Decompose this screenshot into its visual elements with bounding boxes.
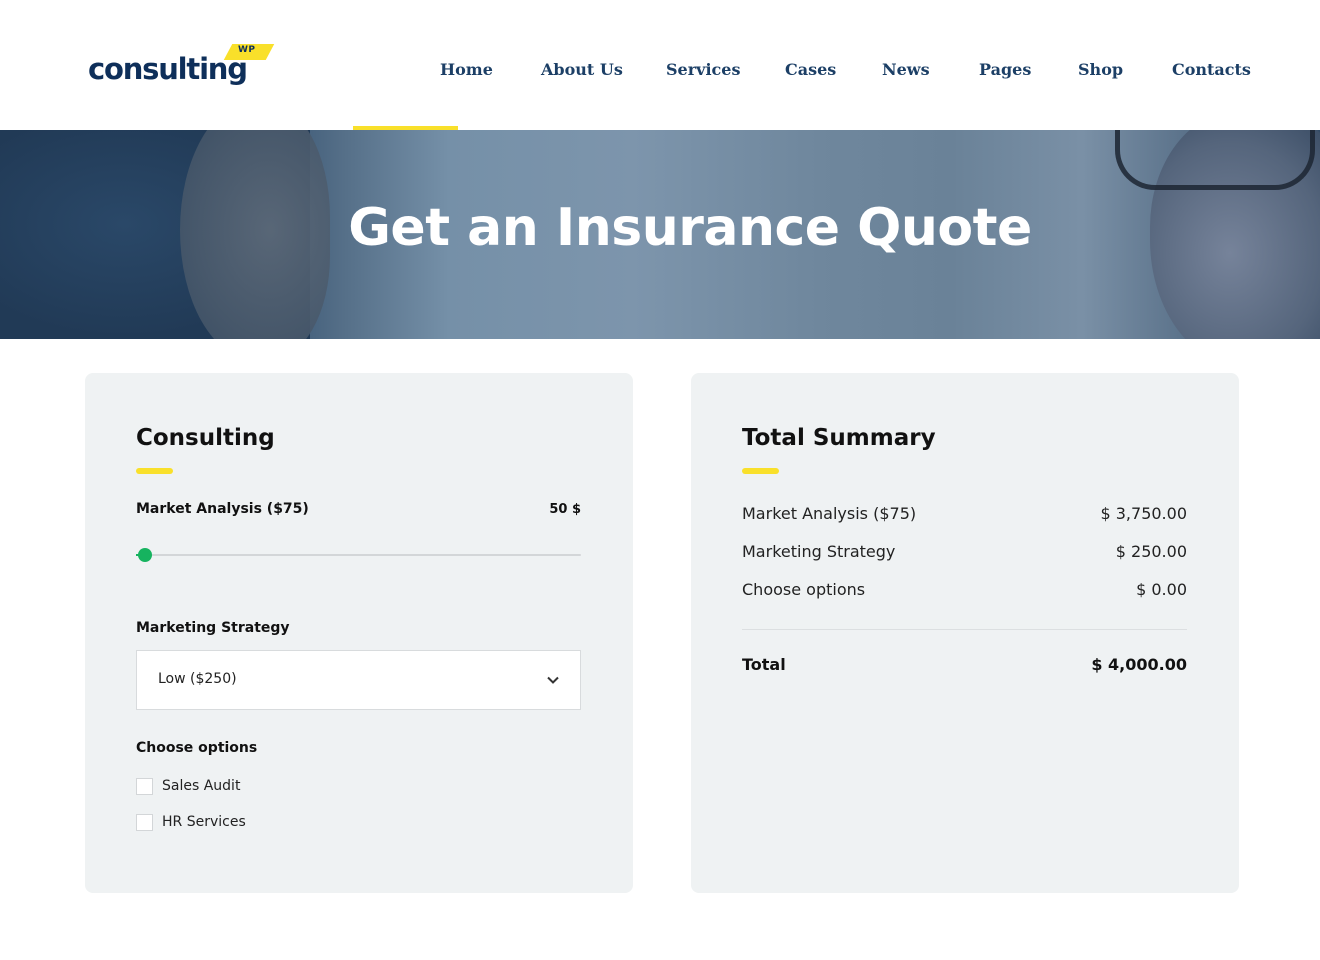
- summary-row-label: Choose options: [742, 580, 866, 599]
- option-hr-services[interactable]: HR Services: [136, 812, 246, 832]
- logo-text: consulting: [88, 52, 248, 86]
- marketing-strategy-select[interactable]: Low ($250): [136, 650, 581, 710]
- market-analysis-value: 50 $: [549, 502, 581, 517]
- hero-glasses: [1115, 130, 1315, 190]
- summary-row-value: $ 250.00: [1115, 542, 1187, 561]
- summary-total-label: Total: [742, 655, 786, 674]
- choose-options-label: Choose options: [136, 740, 258, 756]
- slider-thumb[interactable]: [137, 548, 152, 562]
- nav-item-news[interactable]: News: [882, 60, 930, 79]
- nav-item-pages[interactable]: Pages: [979, 60, 1031, 79]
- summary-row: Marketing Strategy $ 250.00: [742, 542, 1187, 564]
- marketing-strategy-label: Marketing Strategy: [136, 620, 290, 636]
- nav-item-shop[interactable]: Shop: [1078, 60, 1123, 79]
- nav-item-cases[interactable]: Cases: [785, 60, 836, 79]
- calculator-card: Consulting Market Analysis ($75) 50 $ Ma…: [85, 373, 633, 893]
- summary-total-row: Total $ 4,000.00: [742, 655, 1187, 677]
- summary-row: Market Analysis ($75) $ 3,750.00: [742, 504, 1187, 526]
- summary-row-value: $ 0.00: [1136, 580, 1187, 599]
- sales-audit-checkbox[interactable]: [136, 777, 153, 795]
- hero-banner: Get an Insurance Quote: [0, 130, 1320, 339]
- nav-item-services[interactable]: Services: [666, 60, 740, 79]
- title-accent-bar: [742, 468, 779, 474]
- nav-item-about-us[interactable]: About Us: [541, 60, 623, 79]
- hr-services-checkbox[interactable]: [136, 813, 153, 831]
- nav-item-home[interactable]: Home: [440, 60, 493, 79]
- site-header: WP consulting Home About Us Services Cas…: [0, 0, 1320, 130]
- page-title: Get an Insurance Quote: [348, 198, 1032, 258]
- summary-divider: [742, 629, 1187, 630]
- marketing-strategy-selected: Low ($250): [158, 671, 237, 687]
- market-analysis-label: Market Analysis ($75): [136, 501, 309, 517]
- summary-total-value: $ 4,000.00: [1091, 655, 1187, 674]
- summary-row: Choose options $ 0.00: [742, 580, 1187, 602]
- logo[interactable]: WP consulting: [88, 44, 278, 94]
- sales-audit-label: Sales Audit: [162, 778, 241, 794]
- calculator-title: Consulting: [136, 425, 275, 451]
- summary-row-label: Marketing Strategy: [742, 542, 896, 561]
- title-accent-bar: [136, 468, 173, 474]
- hr-services-label: HR Services: [162, 814, 246, 830]
- summary-title: Total Summary: [742, 425, 936, 451]
- summary-row-value: $ 3,750.00: [1100, 504, 1187, 523]
- summary-card: Total Summary Market Analysis ($75) $ 3,…: [691, 373, 1239, 893]
- summary-row-label: Market Analysis ($75): [742, 504, 917, 523]
- market-analysis-slider[interactable]: [136, 548, 581, 562]
- option-sales-audit[interactable]: Sales Audit: [136, 776, 240, 796]
- chevron-down-icon: [547, 676, 559, 684]
- nav-item-contacts[interactable]: Contacts: [1172, 60, 1251, 79]
